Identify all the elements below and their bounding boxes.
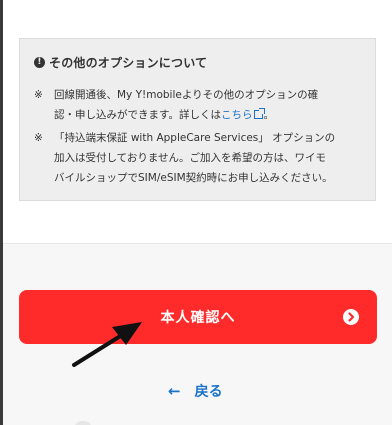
info-title: ! その他のオプションについて xyxy=(34,54,207,71)
details-link[interactable]: こちら xyxy=(220,108,266,121)
note-1: ※ 回線開通後、My Y!mobileよりその他のオプションの確 認・申し込みが… xyxy=(34,85,364,125)
external-link-icon xyxy=(254,108,266,119)
note-1-line-2: 認・申し込みができます。詳しくはこちら。 xyxy=(54,105,364,125)
identity-verification-button-label: 本人確認へ xyxy=(160,310,236,326)
note-1-line-1: 回線開通後、My Y!mobileよりその他のオプションの確 xyxy=(54,89,319,101)
note-mark: ※ xyxy=(34,132,43,144)
note-mark: ※ xyxy=(34,89,43,101)
partial-element xyxy=(74,421,92,425)
note-2-line-3: バイルショップでSIM/eSIM契約時にお申し込みください。 xyxy=(54,172,333,184)
back-link[interactable]: ← 戻る xyxy=(168,381,223,401)
options-info-box: ! その他のオプションについて ※ 回線開通後、My Y!mobileよりその他… xyxy=(19,38,376,201)
section-divider xyxy=(3,243,392,244)
info-title-text: その他のオプションについて xyxy=(49,56,208,70)
page: ! その他のオプションについて ※ 回線開通後、My Y!mobileよりその他… xyxy=(0,0,392,425)
back-arrow-icon: ← xyxy=(168,382,181,400)
note-2: ※ 「持込端末保証 with AppleCare Services」 オプション… xyxy=(34,128,364,188)
back-link-label: 戻る xyxy=(194,384,223,400)
info-icon: ! xyxy=(34,57,45,68)
pointer-arrow-icon xyxy=(72,322,142,367)
chevron-right-icon xyxy=(343,309,359,325)
note-2-line-1: 「持込端末保証 with AppleCare Services」 オプションの xyxy=(54,132,336,144)
note-2-line-2: 加入は受付しておりません。ご加入を希望の方は、ワイモ xyxy=(54,152,327,164)
options-section: ! その他のオプションについて ※ 回線開通後、My Y!mobileよりその他… xyxy=(3,0,392,243)
details-link-text: こちら xyxy=(220,109,253,121)
note-1-line-2-before: 認・申し込みができます。詳しくは xyxy=(54,109,221,121)
